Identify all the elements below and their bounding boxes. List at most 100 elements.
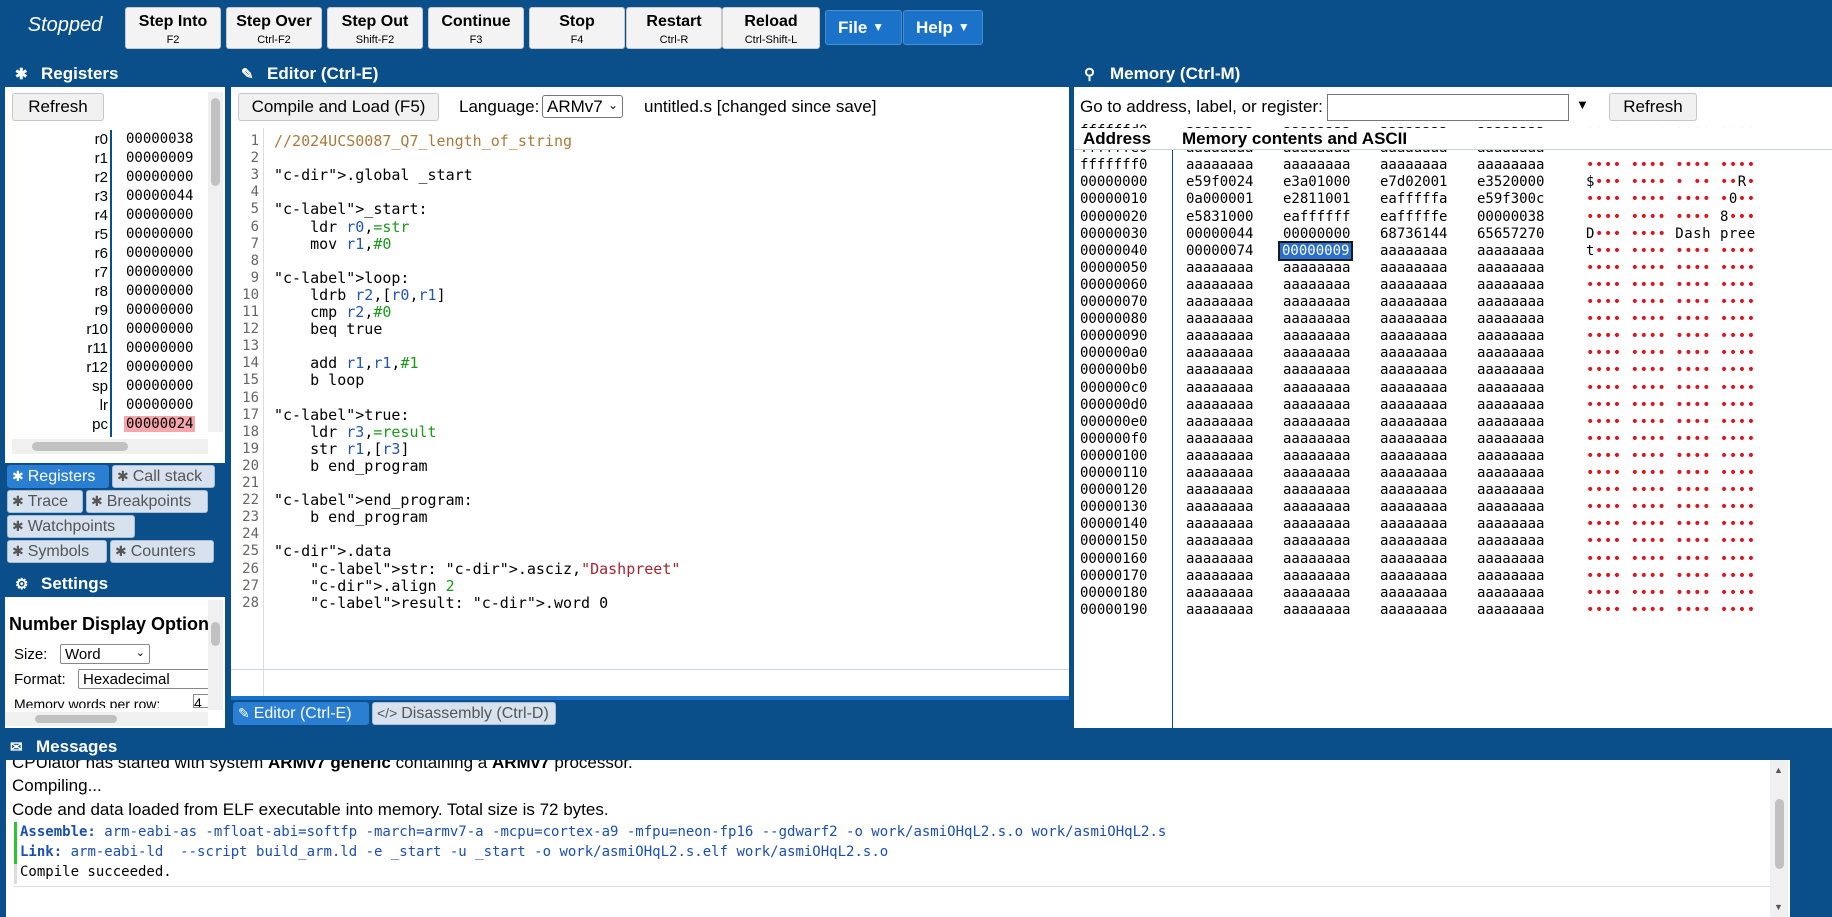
tab-symbols[interactable]: ✱ Symbols: [7, 540, 107, 563]
scrollbar-thumb[interactable]: [1775, 799, 1784, 869]
step-out-button[interactable]: Step Out Shift-F2: [327, 7, 423, 49]
memory-word[interactable]: aaaaaaaa: [1283, 568, 1350, 584]
memory-word[interactable]: aaaaaaaa: [1186, 499, 1253, 515]
arrow-down-icon[interactable]: ▼: [1774, 902, 1783, 912]
memory-word[interactable]: aaaaaaaa: [1380, 516, 1447, 532]
memory-word[interactable]: aaaaaaaa: [1186, 533, 1253, 549]
register-value[interactable]: 00000000: [126, 264, 193, 280]
memory-word[interactable]: 00000044: [1186, 226, 1253, 242]
memory-word[interactable]: e5831000: [1186, 209, 1253, 225]
register-value[interactable]: 00000000: [126, 302, 193, 318]
memory-word[interactable]: aaaaaaaa: [1477, 533, 1544, 549]
memory-word[interactable]: aaaaaaaa: [1186, 294, 1253, 310]
register-value[interactable]: 00000000: [126, 207, 193, 223]
memory-word[interactable]: aaaaaaaa: [1186, 328, 1253, 344]
memory-word[interactable]: aaaaaaaa: [1380, 380, 1447, 396]
memory-word[interactable]: aaaaaaaa: [1186, 568, 1253, 584]
code-editor[interactable]: 1 //2024UCS0087_Q7_length_of_string 2 3 "c-d…: [231, 128, 1069, 696]
memory-word[interactable]: aaaaaaaa: [1186, 397, 1253, 413]
memory-word[interactable]: aaaaaaaa: [1283, 602, 1350, 618]
memory-word[interactable]: aaaaaaaa: [1283, 260, 1350, 276]
scrollbar-thumb[interactable]: [211, 622, 220, 646]
memory-word[interactable]: aaaaaaaa: [1477, 294, 1544, 310]
memory-word[interactable]: aaaaaaaa: [1283, 294, 1350, 310]
help-menu-button[interactable]: Help ▼: [903, 10, 983, 45]
memory-word[interactable]: aaaaaaaa: [1283, 516, 1350, 532]
memory-word[interactable]: aaaaaaaa: [1477, 345, 1544, 361]
registers-horizontal-scrollbar[interactable]: [12, 439, 208, 454]
memory-word[interactable]: aaaaaaaa: [1283, 482, 1350, 498]
memory-word[interactable]: aaaaaaaa: [1380, 243, 1447, 259]
memory-view[interactable]: Address Memory contents and ASCII ffffff…: [1074, 123, 1832, 728]
memory-word[interactable]: aaaaaaaa: [1380, 311, 1447, 327]
scrollbar-thumb[interactable]: [35, 715, 117, 723]
register-value[interactable]: 00000009: [126, 150, 193, 166]
memory-word[interactable]: aaaaaaaa: [1186, 157, 1253, 173]
memory-word[interactable]: aaaaaaaa: [1477, 585, 1544, 601]
continue-button[interactable]: Continue F3: [428, 7, 524, 49]
memory-word[interactable]: 00000038: [1477, 209, 1544, 225]
memory-word[interactable]: aaaaaaaa: [1477, 516, 1544, 532]
reload-button[interactable]: Reload Ctrl-Shift-L: [722, 7, 820, 49]
memory-word[interactable]: aaaaaaaa: [1283, 311, 1350, 327]
memory-word[interactable]: aaaaaaaa: [1283, 499, 1350, 515]
memory-word[interactable]: aaaaaaaa: [1477, 465, 1544, 481]
memory-word[interactable]: aaaaaaaa: [1477, 328, 1544, 344]
scrollbar-thumb[interactable]: [32, 442, 128, 451]
memory-word-selected[interactable]: 00000009: [1277, 240, 1354, 261]
memory-word[interactable]: aaaaaaaa: [1380, 602, 1447, 618]
tab-counters[interactable]: ✱ Counters: [110, 540, 214, 563]
register-value[interactable]: 00000000: [126, 359, 193, 375]
memory-word[interactable]: aaaaaaaa: [1186, 311, 1253, 327]
tab-call-stack[interactable]: ✱ Call stack: [112, 465, 215, 488]
memory-word[interactable]: e3520000: [1477, 174, 1544, 190]
memory-word[interactable]: aaaaaaaa: [1477, 414, 1544, 430]
memory-word[interactable]: aaaaaaaa: [1380, 362, 1447, 378]
register-value[interactable]: 00000000: [126, 283, 193, 299]
memory-word[interactable]: aaaaaaaa: [1477, 397, 1544, 413]
register-value[interactable]: 00000000: [126, 397, 193, 413]
scrollbar-thumb[interactable]: [211, 98, 220, 186]
tab-breakpoints[interactable]: ✱ Breakpoints: [86, 490, 208, 513]
memory-word[interactable]: aaaaaaaa: [1186, 482, 1253, 498]
settings-vertical-scrollbar[interactable]: [208, 600, 223, 710]
memory-word[interactable]: aaaaaaaa: [1380, 568, 1447, 584]
memory-word[interactable]: aaaaaaaa: [1380, 465, 1447, 481]
memory-word[interactable]: aaaaaaaa: [1186, 431, 1253, 447]
register-value[interactable]: 00000000: [126, 169, 193, 185]
memory-word[interactable]: aaaaaaaa: [1283, 414, 1350, 430]
memory-word[interactable]: aaaaaaaa: [1380, 345, 1447, 361]
memory-word[interactable]: aaaaaaaa: [1283, 328, 1350, 344]
stop-button[interactable]: Stop F4: [529, 7, 625, 49]
memory-word[interactable]: aaaaaaaa: [1380, 551, 1447, 567]
memory-word[interactable]: aaaaaaaa: [1283, 345, 1350, 361]
memory-word[interactable]: aaaaaaaa: [1380, 499, 1447, 515]
memory-word[interactable]: aaaaaaaa: [1380, 585, 1447, 601]
file-menu-button[interactable]: File ▼: [825, 10, 902, 45]
memory-refresh-button[interactable]: Refresh: [1609, 93, 1697, 121]
memory-word[interactable]: aaaaaaaa: [1477, 277, 1544, 293]
register-value[interactable]: 00000000: [126, 321, 193, 337]
register-value[interactable]: 00000000: [126, 226, 193, 242]
tab-watchpoints[interactable]: ✱ Watchpoints: [7, 515, 135, 538]
goto-address-input[interactable]: [1327, 94, 1569, 121]
memory-word[interactable]: aaaaaaaa: [1380, 294, 1447, 310]
memory-word[interactable]: aaaaaaaa: [1283, 362, 1350, 378]
register-value-highlighted[interactable]: 00000024: [124, 416, 196, 432]
memory-word[interactable]: aaaaaaaa: [1186, 585, 1253, 601]
register-value[interactable]: 00000044: [126, 188, 193, 204]
memory-word[interactable]: aaaaaaaa: [1380, 448, 1447, 464]
memory-word[interactable]: 0a000001: [1186, 191, 1253, 207]
memory-word[interactable]: aaaaaaaa: [1477, 311, 1544, 327]
memory-word[interactable]: aaaaaaaa: [1186, 362, 1253, 378]
memory-word[interactable]: aaaaaaaa: [1186, 277, 1253, 293]
memory-word[interactable]: e59f300c: [1477, 191, 1544, 207]
memory-word[interactable]: aaaaaaaa: [1283, 431, 1350, 447]
memory-word[interactable]: aaaaaaaa: [1283, 551, 1350, 567]
memory-word[interactable]: aaaaaaaa: [1380, 533, 1447, 549]
memory-word[interactable]: aaaaaaaa: [1380, 277, 1447, 293]
memory-word[interactable]: eafffffe: [1380, 209, 1447, 225]
memory-word[interactable]: aaaaaaaa: [1477, 482, 1544, 498]
size-select[interactable]: Word ⌄: [60, 644, 150, 664]
memory-word[interactable]: aaaaaaaa: [1283, 397, 1350, 413]
